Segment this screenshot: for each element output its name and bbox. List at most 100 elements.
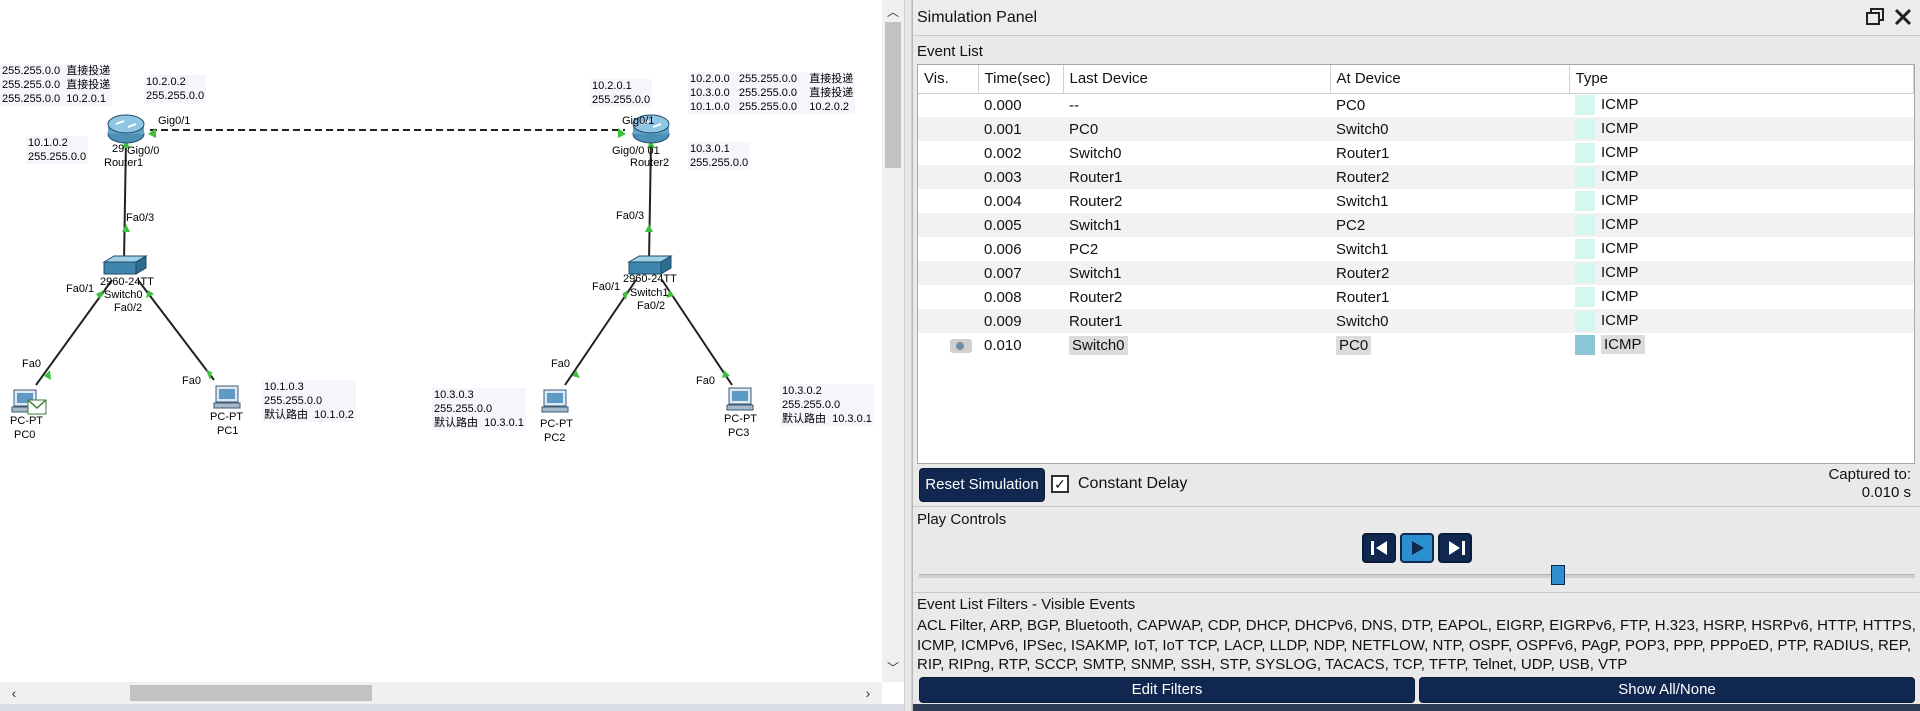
scroll-thumb[interactable] xyxy=(885,22,901,168)
event-type: ICMP xyxy=(1601,143,1639,161)
event-row[interactable]: 0.003 Router1 Router2 ICMP xyxy=(918,165,1914,189)
event-time: 0.009 xyxy=(984,312,1022,330)
event-color-swatch[interactable] xyxy=(1575,263,1595,283)
event-last-device: Switch0 xyxy=(1069,335,1128,355)
pc1-name[interactable]: PC1 xyxy=(217,425,238,437)
undock-icon[interactable] xyxy=(1865,7,1885,31)
switch0-name[interactable]: Switch0 xyxy=(104,289,143,301)
panel-title: Simulation Panel xyxy=(917,9,1038,26)
event-color-swatch[interactable] xyxy=(1575,167,1595,187)
port-label: Gig0/1 xyxy=(158,115,191,127)
visible-events-list: ACL Filter, ARP, BGP, Bluetooth, CAPWAP,… xyxy=(917,617,1916,673)
event-color-swatch[interactable] xyxy=(1575,287,1595,307)
event-color-swatch[interactable] xyxy=(1575,119,1595,139)
event-color-swatch[interactable] xyxy=(1575,215,1595,235)
event-visibility-cell[interactable] xyxy=(918,93,978,117)
column-header-vis[interactable]: Vis. xyxy=(918,65,979,94)
step-back-button[interactable] xyxy=(1362,533,1396,563)
event-color-swatch[interactable] xyxy=(1575,191,1595,211)
eye-icon[interactable] xyxy=(950,338,972,353)
event-at-device: Router1 xyxy=(1336,144,1390,162)
event-color-swatch[interactable] xyxy=(1575,239,1595,259)
play-controls-label: Play Controls xyxy=(917,511,1007,528)
router1-name[interactable]: Router1 xyxy=(104,157,143,169)
pc0-name[interactable]: PC0 xyxy=(14,429,35,441)
event-time: 0.006 xyxy=(984,240,1022,258)
play-speed-slider-knob[interactable] xyxy=(1551,565,1566,585)
port-label: Gig0/0 01 xyxy=(612,145,660,157)
scroll-down-icon[interactable]: ﹀ xyxy=(882,658,904,678)
event-list-table-box: Vis. Time(sec) Last Device At Device Typ… xyxy=(917,64,1915,464)
router1-icon xyxy=(107,114,145,144)
play-speed-slider-track[interactable] xyxy=(919,574,1915,578)
router2-name[interactable]: Router2 xyxy=(630,157,669,169)
event-row[interactable]: 0.000 -- PC0 ICMP xyxy=(918,93,1914,117)
link-up-indicators xyxy=(44,128,730,380)
column-header-type[interactable]: Type xyxy=(1569,65,1914,94)
event-visibility-cell[interactable] xyxy=(918,141,978,165)
pc0-icon xyxy=(11,389,47,415)
event-color-swatch[interactable] xyxy=(1575,143,1595,163)
event-visibility-cell[interactable] xyxy=(918,285,978,309)
router1-gig-address: 10.2.0.2 255.255.0.0 xyxy=(144,75,207,103)
edit-filters-button[interactable]: Edit Filters xyxy=(919,677,1415,703)
scroll-thumb[interactable] xyxy=(130,685,372,701)
event-visibility-cell[interactable] xyxy=(918,117,978,141)
play-icon xyxy=(1412,541,1424,555)
event-visibility-cell[interactable] xyxy=(918,213,978,237)
packet-tracer-window: 255.255.0.0 直接投递 255.255.0.0 直接投递 255.25… xyxy=(0,0,1920,711)
pc2-name[interactable]: PC2 xyxy=(544,432,565,444)
router2-gig-address: 10.2.0.1 255.255.0.0 xyxy=(590,79,653,107)
event-color-swatch[interactable] xyxy=(1575,311,1595,331)
event-row[interactable]: 0.004 Router2 Switch1 ICMP xyxy=(918,189,1914,213)
port-label: Fa0/3 xyxy=(616,210,645,222)
column-header-at-device[interactable]: At Device xyxy=(1330,65,1570,94)
event-color-swatch[interactable] xyxy=(1575,95,1595,116)
event-type: ICMP xyxy=(1601,119,1639,137)
reset-simulation-button[interactable]: Reset Simulation xyxy=(919,468,1045,502)
column-header-time[interactable]: Time(sec) xyxy=(978,65,1064,94)
canvas-horizontal-scrollbar[interactable]: ‹ › xyxy=(0,682,882,704)
event-color-swatch[interactable] xyxy=(1575,335,1595,355)
event-row[interactable]: 0.010 Switch0 PC0 ICMP xyxy=(918,333,1914,357)
step-forward-icon xyxy=(1449,541,1465,555)
event-row[interactable]: 0.006 PC2 Switch1 ICMP xyxy=(918,237,1914,261)
event-type: ICMP xyxy=(1601,167,1639,185)
pc1-address: 10.1.0.3 255.255.0.0 默认路由 10.1.0.2 xyxy=(262,380,356,422)
show-all-none-button[interactable]: Show All/None xyxy=(1419,677,1915,703)
port-label: Fa0/2 xyxy=(637,300,666,312)
pc1-model: PC-PT xyxy=(210,411,243,423)
event-filters-section: Event List Filters - Visible Events ACL … xyxy=(913,592,1920,711)
event-row[interactable]: 0.008 Router2 Router1 ICMP xyxy=(918,285,1914,309)
event-visibility-cell[interactable] xyxy=(918,261,978,285)
canvas-vertical-scrollbar[interactable]: ︿ ﹀ xyxy=(882,0,904,682)
panel-splitter[interactable] xyxy=(904,0,912,711)
event-visibility-cell[interactable] xyxy=(918,237,978,261)
event-time: 0.003 xyxy=(984,168,1022,186)
switch1-name[interactable]: Switch1 xyxy=(630,287,669,299)
event-type: ICMP xyxy=(1601,239,1639,257)
constant-delay-checkbox[interactable]: ✓ xyxy=(1051,475,1069,493)
event-visibility-cell[interactable] xyxy=(918,165,978,189)
column-header-last-device[interactable]: Last Device xyxy=(1063,65,1331,94)
event-row[interactable]: 0.002 Switch0 Router1 ICMP xyxy=(918,141,1914,165)
close-icon[interactable] xyxy=(1893,7,1913,31)
scroll-up-icon[interactable]: ︿ xyxy=(882,2,904,22)
event-time: 0.008 xyxy=(984,288,1022,306)
event-row[interactable]: 0.007 Switch1 Router2 ICMP xyxy=(918,261,1914,285)
step-forward-button[interactable] xyxy=(1438,533,1472,563)
scroll-left-icon[interactable]: ‹ xyxy=(4,682,24,704)
port-label: Fa0/3 xyxy=(126,212,155,224)
event-visibility-cell[interactable] xyxy=(918,309,978,333)
event-visibility-cell[interactable] xyxy=(918,333,978,357)
event-row[interactable]: 0.005 Switch1 PC2 ICMP xyxy=(918,213,1914,237)
event-at-device: Router2 xyxy=(1336,264,1390,282)
event-row[interactable]: 0.001 PC0 Switch0 ICMP xyxy=(918,117,1914,141)
scroll-right-icon[interactable]: › xyxy=(858,682,878,704)
event-row[interactable]: 0.009 Router1 Switch0 ICMP xyxy=(918,309,1914,333)
topology-canvas[interactable]: 255.255.0.0 直接投递 255.255.0.0 直接投递 255.25… xyxy=(0,0,882,682)
pc3-name[interactable]: PC3 xyxy=(728,427,749,439)
play-button[interactable] xyxy=(1400,533,1434,563)
pc2-address: 10.3.0.3 255.255.0.0 默认路由 10.3.0.1 xyxy=(432,388,526,430)
event-visibility-cell[interactable] xyxy=(918,189,978,213)
